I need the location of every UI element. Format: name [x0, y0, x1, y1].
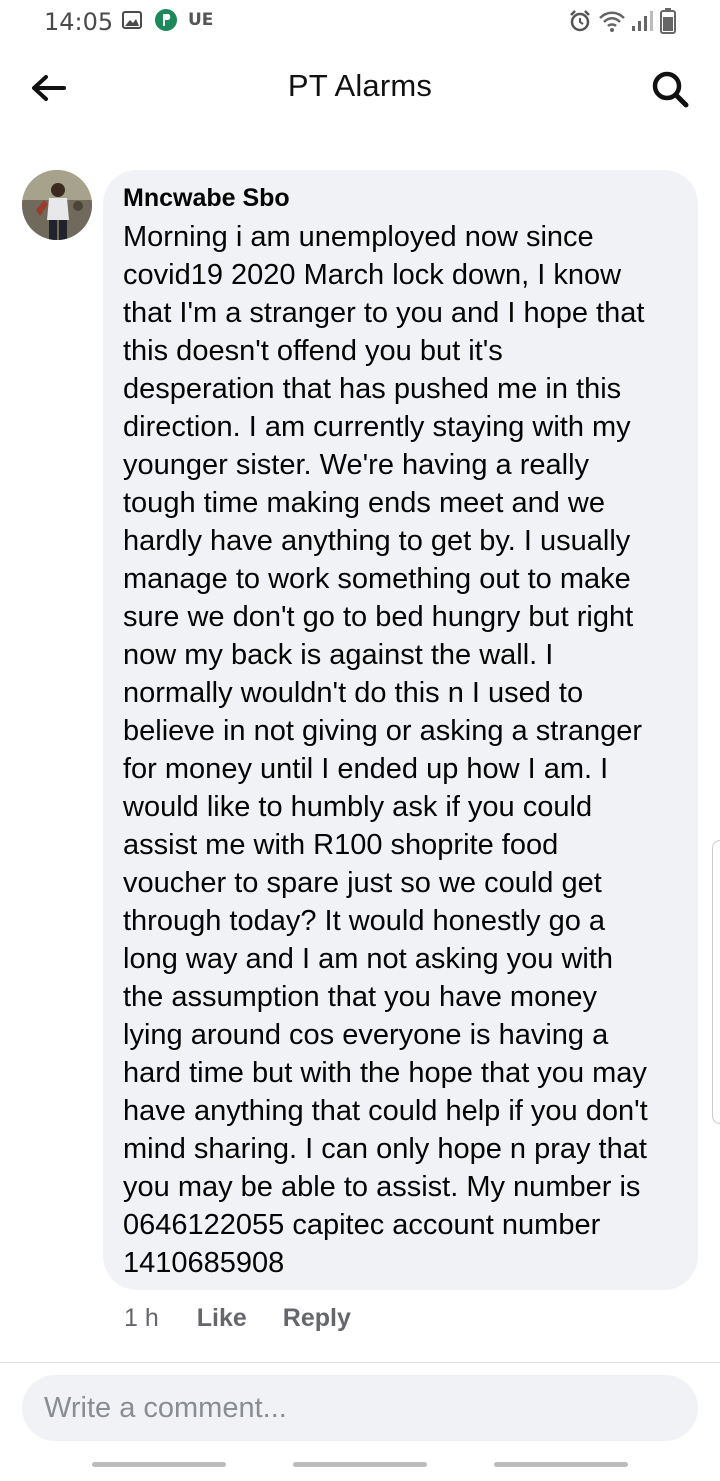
reply-button[interactable]: Reply	[283, 1304, 351, 1333]
back-button[interactable]	[24, 66, 72, 114]
comment-input[interactable]	[22, 1375, 698, 1441]
battery-icon	[660, 8, 676, 34]
signal-icon	[632, 11, 653, 31]
app-header: PT Alarms	[0, 44, 720, 134]
comment-author[interactable]: Mncwabe Sbo	[123, 182, 682, 218]
status-bar: 14:05 UE	[0, 0, 720, 44]
carrier-label: UE	[188, 10, 214, 30]
alarm-icon	[570, 10, 590, 32]
search-icon	[652, 71, 689, 108]
gallery-icon	[122, 11, 142, 29]
nav-recents-handle[interactable]	[92, 1462, 226, 1467]
page-title: PT Alarms	[287, 68, 433, 103]
arrow-left-icon	[32, 75, 66, 101]
nav-back-handle[interactable]	[494, 1462, 628, 1467]
avatar-photo	[22, 170, 92, 240]
comment-actions: 1 h Like Reply	[124, 1300, 351, 1336]
comment-bubble: Mncwabe Sbo Morning i am unemployed now …	[103, 170, 698, 1290]
nav-home-handle[interactable]	[293, 1462, 427, 1467]
status-time: 14:05	[44, 8, 114, 36]
comment-timestamp[interactable]: 1 h	[124, 1304, 159, 1333]
navigation-bar	[0, 1462, 720, 1470]
wifi-icon	[599, 11, 625, 32]
scroll-indicator	[712, 840, 720, 1124]
comment-body: Morning i am unemployed now since covid1…	[123, 221, 648, 1279]
like-button[interactable]: Like	[197, 1304, 247, 1333]
payment-app-icon	[155, 9, 177, 31]
avatar[interactable]	[22, 170, 92, 240]
search-button[interactable]	[646, 66, 694, 114]
